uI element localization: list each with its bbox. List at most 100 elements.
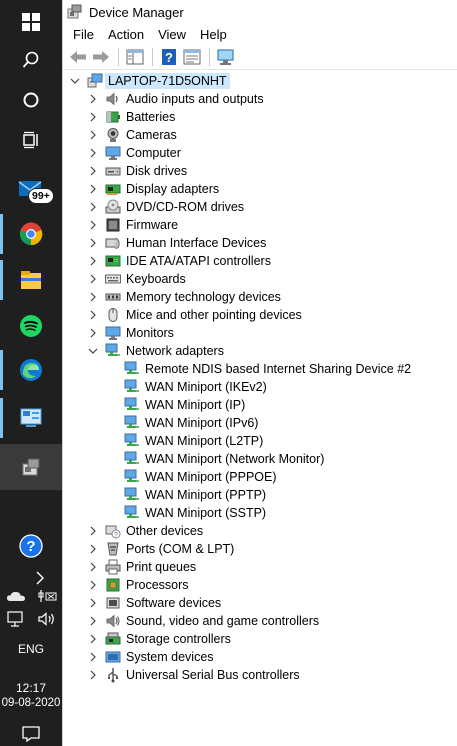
expand-chevron-icon[interactable] xyxy=(87,126,99,144)
power-battery-icon[interactable] xyxy=(37,588,57,604)
tree-item-label: DVD/CD-ROM drives xyxy=(126,200,245,214)
show-hide-console-tree-button[interactable] xyxy=(124,46,146,68)
network-adapter-item[interactable]: WAN Miniport (IKEv2) xyxy=(63,378,457,396)
device-tree[interactable]: LAPTOP-71D5ONHT Audio inputs and outputs… xyxy=(63,70,457,684)
network-adapter-item[interactable]: WAN Miniport (L2TP) xyxy=(63,432,457,450)
task-view-button[interactable] xyxy=(0,118,62,162)
tree-item-sound-video-and-game-controllers[interactable]: Sound, video and game controllers xyxy=(63,612,457,630)
expand-chevron-icon[interactable] xyxy=(87,108,99,126)
tree-item-monitors[interactable]: Monitors xyxy=(63,324,457,342)
tree-item-ide-ata-atapi-controllers[interactable]: IDE ATA/ATAPI controllers xyxy=(63,252,457,270)
toolbar: ? xyxy=(63,44,457,70)
expand-chevron-icon[interactable] xyxy=(87,540,99,558)
taskbar-spotify-button[interactable] xyxy=(0,304,62,348)
forward-button[interactable] xyxy=(90,46,112,68)
taskbar-mail-button[interactable]: 99+ xyxy=(0,166,62,210)
taskbar-chrome-button[interactable] xyxy=(0,212,62,256)
expand-chevron-icon[interactable] xyxy=(87,180,99,198)
tree-item-cameras[interactable]: Cameras xyxy=(63,126,457,144)
properties-button[interactable] xyxy=(181,46,203,68)
expand-chevron-icon[interactable] xyxy=(87,270,99,288)
expand-chevron-icon[interactable] xyxy=(87,666,99,684)
battery-icon xyxy=(105,109,121,125)
expand-chevron-icon[interactable] xyxy=(87,612,99,630)
collapse-chevron-icon[interactable] xyxy=(69,72,81,90)
keyboard-icon xyxy=(105,271,121,287)
tree-item-network-adapters[interactable]: Network adapters xyxy=(63,342,457,360)
taskbar-file-explorer-button[interactable] xyxy=(0,258,62,302)
search-button[interactable] xyxy=(0,38,62,82)
clock-date[interactable]: 09-08-2020 xyxy=(0,697,62,709)
language-indicator[interactable]: ENG xyxy=(0,642,62,656)
menu-view[interactable]: View xyxy=(152,27,192,42)
search-icon xyxy=(22,51,39,68)
tree-item-other-devices[interactable]: ? Other devices xyxy=(63,522,457,540)
svg-text:?: ? xyxy=(165,50,173,65)
tree-item-batteries[interactable]: Batteries xyxy=(63,108,457,126)
tree-item-label: Storage controllers xyxy=(126,632,231,646)
tree-item-audio-inputs-and-outputs[interactable]: Audio inputs and outputs xyxy=(63,90,457,108)
action-center-button[interactable] xyxy=(0,722,62,746)
network-adapter-item[interactable]: WAN Miniport (PPPOE) xyxy=(63,468,457,486)
taskbar-control-panel-button[interactable] xyxy=(0,396,62,440)
taskbar-device-manager-button[interactable] xyxy=(0,444,62,490)
network-adapter-icon xyxy=(105,343,121,359)
spotify-icon xyxy=(20,315,42,337)
menu-action[interactable]: Action xyxy=(102,27,150,42)
tree-item-print-queues[interactable]: Print queues xyxy=(63,558,457,576)
onedrive-cloud-icon[interactable] xyxy=(6,589,26,603)
expand-chevron-icon[interactable] xyxy=(87,216,99,234)
tree-item-ports-com-lpt[interactable]: Ports (COM & LPT) xyxy=(63,540,457,558)
tree-item-keyboards[interactable]: Keyboards xyxy=(63,270,457,288)
network-adapter-item[interactable]: WAN Miniport (IP) xyxy=(63,396,457,414)
tree-item-mice-and-other-pointing-devices[interactable]: Mice and other pointing devices xyxy=(63,306,457,324)
root-label: LAPTOP-71D5ONHT xyxy=(105,73,230,89)
clock-time[interactable]: 12:17 xyxy=(0,681,62,695)
tree-item-processors[interactable]: Processors xyxy=(63,576,457,594)
taskbar-edge-button[interactable] xyxy=(0,348,62,392)
expand-chevron-icon[interactable] xyxy=(87,306,99,324)
tree-item-firmware[interactable]: Firmware xyxy=(63,216,457,234)
tree-item-system-devices[interactable]: System devices xyxy=(63,648,457,666)
help-toolbar-button[interactable]: ? xyxy=(158,46,180,68)
expand-chevron-icon[interactable] xyxy=(87,648,99,666)
tree-item-dvd-cd-rom-drives[interactable]: DVD/CD-ROM drives xyxy=(63,198,457,216)
tree-item-memory-technology-devices[interactable]: Memory technology devices xyxy=(63,288,457,306)
expand-chevron-icon[interactable] xyxy=(87,288,99,306)
menu-help[interactable]: Help xyxy=(194,27,233,42)
expand-chevron-icon[interactable] xyxy=(87,576,99,594)
expand-chevron-icon[interactable] xyxy=(87,558,99,576)
expand-chevron-icon[interactable] xyxy=(87,144,99,162)
expand-chevron-icon[interactable] xyxy=(87,324,99,342)
network-adapter-item[interactable]: WAN Miniport (PPTP) xyxy=(63,486,457,504)
network-adapter-item[interactable]: WAN Miniport (IPv6) xyxy=(63,414,457,432)
expand-chevron-icon[interactable] xyxy=(87,234,99,252)
expand-chevron-icon[interactable] xyxy=(87,162,99,180)
expand-chevron-icon[interactable] xyxy=(87,198,99,216)
tree-item-universal-serial-bus-controllers[interactable]: Universal Serial Bus controllers xyxy=(63,666,457,684)
tree-item-human-interface-devices[interactable]: Human Interface Devices xyxy=(63,234,457,252)
tree-item-computer[interactable]: Computer xyxy=(63,144,457,162)
network-status-icon[interactable] xyxy=(6,610,26,628)
tree-item-storage-controllers[interactable]: Storage controllers xyxy=(63,630,457,648)
network-adapter-item[interactable]: WAN Miniport (Network Monitor) xyxy=(63,450,457,468)
tree-item-software-devices[interactable]: Software devices xyxy=(63,594,457,612)
tree-item-display-adapters[interactable]: Display adapters xyxy=(63,180,457,198)
expand-chevron-icon[interactable] xyxy=(87,522,99,540)
expand-chevron-icon[interactable] xyxy=(87,90,99,108)
back-button[interactable] xyxy=(67,46,89,68)
cortana-button[interactable] xyxy=(0,78,62,122)
expand-chevron-icon[interactable] xyxy=(87,252,99,270)
control-panel-icon xyxy=(20,408,42,427)
menu-file[interactable]: File xyxy=(67,27,100,42)
expand-chevron-icon[interactable] xyxy=(87,594,99,612)
network-adapter-item[interactable]: Remote NDIS based Internet Sharing Devic… xyxy=(63,360,457,378)
expand-chevron-icon[interactable] xyxy=(87,630,99,648)
collapse-chevron-icon[interactable] xyxy=(87,342,99,360)
network-adapter-item[interactable]: WAN Miniport (SSTP) xyxy=(63,504,457,522)
title-bar[interactable]: Device Manager xyxy=(63,0,457,24)
tree-root-computer[interactable]: LAPTOP-71D5ONHT xyxy=(63,72,457,90)
volume-icon[interactable] xyxy=(37,611,57,627)
tree-item-disk-drives[interactable]: Disk drives xyxy=(63,162,457,180)
scan-for-hardware-changes-button[interactable] xyxy=(215,46,237,68)
